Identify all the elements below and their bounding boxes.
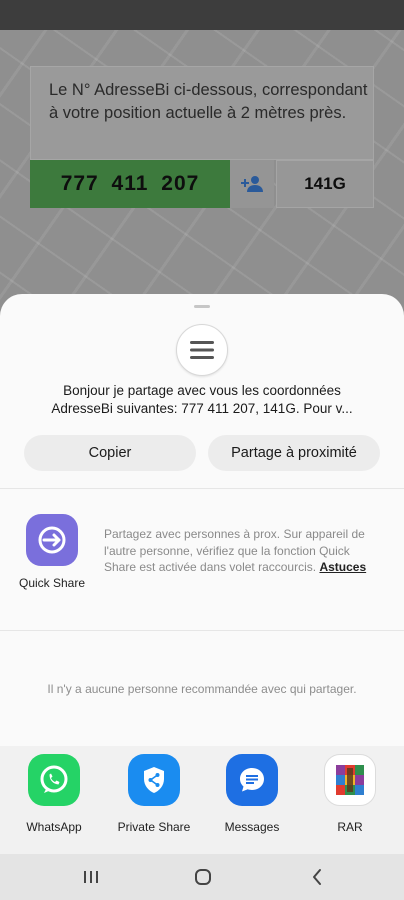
info-card: Le N° AdresseBi ci-dessous, correspondan… — [30, 66, 374, 160]
nearby-share-button[interactable]: Partage à proximité — [208, 435, 380, 471]
app-label: WhatsApp — [26, 820, 82, 834]
quick-share-icon[interactable] — [26, 514, 78, 566]
no-recommendation-text: Il n'y a aucune personne recommandée ave… — [47, 682, 357, 696]
shared-app-icon — [176, 324, 228, 376]
back-button[interactable] — [303, 864, 331, 890]
divider — [0, 630, 404, 631]
recent-apps-button[interactable] — [77, 864, 105, 890]
share-sheet: Bonjour je partage avec vous les coordon… — [0, 294, 404, 854]
recent-apps-icon — [84, 871, 98, 883]
home-icon — [195, 869, 211, 885]
share-text-line-2: AdresseBi suivantes: 777 411 207, 141G. … — [51, 401, 353, 416]
back-icon — [313, 869, 321, 885]
quick-share-arrows-icon — [38, 526, 66, 554]
app-label: RAR — [337, 820, 363, 834]
divider — [0, 488, 404, 489]
add-contact-button[interactable] — [230, 160, 274, 208]
app-label: Messages — [224, 820, 280, 834]
rar-icon — [324, 754, 376, 806]
tips-link[interactable]: Astuces — [319, 560, 366, 574]
whatsapp-icon — [28, 754, 80, 806]
home-button[interactable] — [189, 864, 217, 890]
info-text: Le N° AdresseBi ci-dessous, correspondan… — [49, 81, 368, 122]
quick-share-label: Quick Share — [18, 576, 86, 590]
copy-button[interactable]: Copier — [24, 435, 196, 471]
apps-row: WhatsApp Private Share Messages RAR — [0, 746, 404, 854]
code-suffix[interactable]: 141G — [276, 160, 374, 208]
status-bar — [0, 0, 404, 30]
messages-icon — [226, 754, 278, 806]
menu-lines-icon — [190, 341, 214, 359]
code-row: 777 411 207 141G — [30, 160, 374, 208]
quick-share-description: Partagez avec personnes à prox. Sur appa… — [104, 526, 374, 576]
drag-handle[interactable] — [194, 305, 210, 308]
share-message-preview: Bonjour je partage avec vous les coordon… — [20, 382, 384, 418]
add-person-icon — [241, 176, 263, 192]
private-share-icon — [128, 754, 180, 806]
app-label: Private Share — [117, 820, 191, 834]
navigation-bar — [0, 854, 404, 900]
adressebi-code[interactable]: 777 411 207 — [30, 160, 230, 208]
share-text-line-1: Bonjour je partage avec vous les coordon… — [63, 383, 341, 398]
